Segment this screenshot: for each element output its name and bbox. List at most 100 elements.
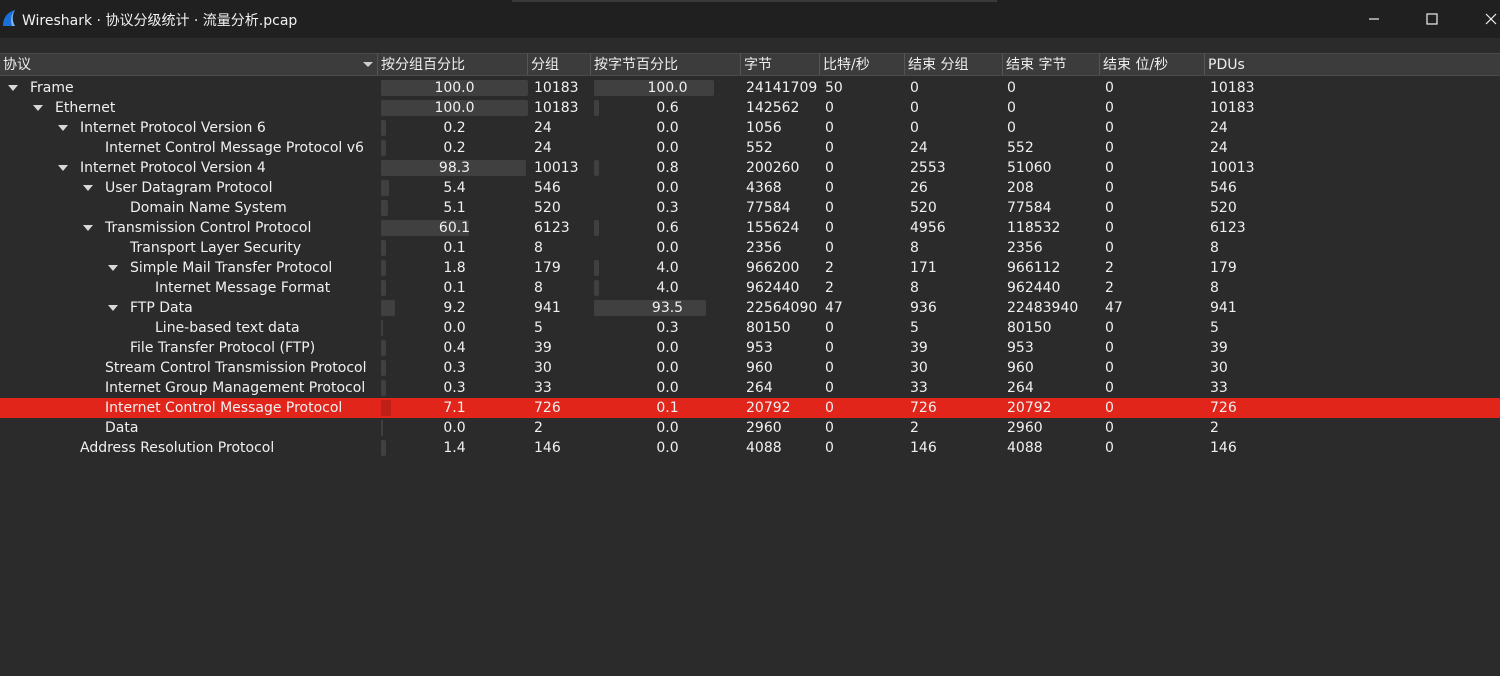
cell-end-bits-per-second: 0 <box>1105 200 1114 216</box>
table-row[interactable]: Line-based text data 0.0 0.3 5 80150 0 5 80150 0… <box>0 318 1500 338</box>
cell-protocol: Transmission Control Protocol <box>105 220 312 236</box>
cell-byte-percent: 0.6 <box>656 100 679 116</box>
cell-bytes: 1056 <box>746 120 782 136</box>
table-row[interactable]: Data 0.0 0.0 2 2960 0 2 2960 0 2 <box>0 418 1500 438</box>
cell-byte-percent: 0.0 <box>656 440 679 456</box>
cell-end-bytes: 966112 <box>1007 260 1061 276</box>
cell-end-bytes: 552 <box>1007 140 1034 156</box>
cell-end-packets: 520 <box>910 200 937 216</box>
cell-packet-percent: 0.0 <box>443 320 466 336</box>
cell-pdus: 5 <box>1210 320 1219 336</box>
window-title: Wireshark · 协议分级统计 · 流量分析.pcap <box>22 13 298 29</box>
cell-protocol: Internet Protocol Version 4 <box>80 160 266 176</box>
column-header-bits-per-second[interactable]: 比特/秒 <box>820 54 905 75</box>
column-header-end-bits-per-second[interactable]: 结束 位/秒 <box>1100 54 1205 75</box>
cell-end-packets: 5 <box>910 320 919 336</box>
table-row[interactable]: Transport Layer Security 0.1 0.0 8 2356 0 8 235… <box>0 238 1500 258</box>
close-button[interactable] <box>1462 0 1500 38</box>
wireshark-fin-icon <box>3 10 15 26</box>
cell-byte-percent: 0.0 <box>656 360 679 376</box>
cell-bits-per-second: 0 <box>825 200 834 216</box>
table-row[interactable]: Internet Control Message Protocol 7.1 0.1 7… <box>0 398 1500 418</box>
table-header: 协议 按分组百分比 分组 按字节百分比 字节 比特/秒 结束 分组 结束 字节 … <box>0 53 1500 76</box>
cell-bytes: 966200 <box>746 260 800 276</box>
cell-bits-per-second: 0 <box>825 360 834 376</box>
table-row[interactable]: Address Resolution Protocol 1.4 0.0 146 4088… <box>0 438 1500 458</box>
table-row[interactable]: Frame 100.0 100.0 10183 24141709 50 0 0 0 10183 <box>0 78 1500 98</box>
table-row[interactable]: Internet Protocol Version 4 98.3 0.8 10013 2… <box>0 158 1500 178</box>
table-body[interactable]: Frame 100.0 100.0 10183 24141709 50 0 0 0 10183 Et… <box>0 78 1500 458</box>
cell-packet-percent: 0.0 <box>443 420 466 436</box>
column-header-byte-percent[interactable]: 按字节百分比 <box>591 54 741 75</box>
table-row[interactable]: Internet Message Format 0.1 4.0 8 962440 2 8 96… <box>0 278 1500 298</box>
table-row[interactable]: Ethernet 100.0 0.6 10183 142562 0 0 0 0 10183 <box>0 98 1500 118</box>
cell-packets: 941 <box>534 300 561 316</box>
cell-bits-per-second: 0 <box>825 180 834 196</box>
cell-byte-percent: 0.3 <box>656 200 679 216</box>
column-header-pdus[interactable]: PDUs <box>1205 54 1500 75</box>
column-header-packet-percent[interactable]: 按分组百分比 <box>378 54 528 75</box>
column-header-packets[interactable]: 分组 <box>528 54 591 75</box>
column-header-bytes[interactable]: 字节 <box>741 54 820 75</box>
minimize-icon <box>1369 18 1379 20</box>
column-header-end-bytes[interactable]: 结束 字节 <box>1003 54 1100 75</box>
column-header-protocol[interactable]: 协议 <box>0 54 378 75</box>
protocol-hierarchy-table[interactable]: 协议 按分组百分比 分组 按字节百分比 字节 比特/秒 结束 分组 结束 字节 … <box>0 53 1500 676</box>
cell-end-bits-per-second: 2 <box>1105 260 1114 276</box>
expand-arrow-icon[interactable] <box>83 225 93 231</box>
cell-packets: 520 <box>534 200 561 216</box>
cell-packets: 5 <box>534 320 543 336</box>
table-row[interactable]: Transmission Control Protocol 60.1 0.6 6123… <box>0 218 1500 238</box>
cell-bytes: 24141709 <box>746 80 818 96</box>
table-row[interactable]: File Transfer Protocol (FTP) 0.4 0.0 39 953 0… <box>0 338 1500 358</box>
expand-arrow-icon[interactable] <box>58 165 68 171</box>
cell-end-packets: 0 <box>910 120 919 136</box>
column-header-end-packets[interactable]: 结束 分组 <box>905 54 1003 75</box>
cell-packet-percent: 9.2 <box>443 300 466 316</box>
cell-byte-percent: 0.0 <box>656 180 679 196</box>
cell-end-bytes: 0 <box>1007 100 1016 116</box>
cell-end-bytes: 953 <box>1007 340 1034 356</box>
cell-end-packets: 2 <box>910 420 919 436</box>
maximize-button[interactable] <box>1403 0 1461 38</box>
cell-end-bits-per-second: 0 <box>1105 160 1114 176</box>
cell-bits-per-second: 0 <box>825 160 834 176</box>
expand-arrow-icon[interactable] <box>58 125 68 131</box>
cell-byte-percent: 0.0 <box>656 240 679 256</box>
cell-pdus: 33 <box>1210 380 1228 396</box>
cell-byte-percent: 0.0 <box>656 340 679 356</box>
cell-byte-percent: 4.0 <box>656 280 679 296</box>
expand-arrow-icon[interactable] <box>108 305 118 311</box>
table-row[interactable]: FTP Data 9.2 93.5 941 22564090 47 936 22483940 4… <box>0 298 1500 318</box>
table-row[interactable]: Domain Name System 5.1 0.3 520 77584 0 520 7758… <box>0 198 1500 218</box>
title-bar[interactable]: Wireshark · 协议分级统计 · 流量分析.pcap <box>0 0 1500 38</box>
expand-arrow-icon[interactable] <box>33 105 43 111</box>
table-row[interactable]: Internet Control Message Protocol v6 0.2 0… <box>0 138 1500 158</box>
cell-packet-percent: 0.2 <box>443 140 466 156</box>
cell-end-packets: 2553 <box>910 160 946 176</box>
cell-packet-percent: 1.4 <box>443 440 466 456</box>
table-row[interactable]: Stream Control Transmission Protocol 0.3 0… <box>0 358 1500 378</box>
cell-end-bytes: 77584 <box>1007 200 1052 216</box>
expand-arrow-icon[interactable] <box>83 185 93 191</box>
cell-protocol: Domain Name System <box>130 200 287 216</box>
table-row[interactable]: Simple Mail Transfer Protocol 1.8 4.0 179 96… <box>0 258 1500 278</box>
cell-packets: 30 <box>534 360 552 376</box>
cell-bytes: 2960 <box>746 420 782 436</box>
expand-arrow-icon[interactable] <box>8 85 18 91</box>
cell-end-bits-per-second: 0 <box>1105 240 1114 256</box>
expand-arrow-icon[interactable] <box>108 265 118 271</box>
cell-bits-per-second: 0 <box>825 340 834 356</box>
cell-byte-percent: 100.0 <box>647 80 688 96</box>
table-row[interactable]: User Datagram Protocol 5.4 0.0 546 4368 0 26 20… <box>0 178 1500 198</box>
cell-end-bits-per-second: 0 <box>1105 400 1114 416</box>
cell-pdus: 726 <box>1210 400 1237 416</box>
title-bar-strip <box>512 0 997 2</box>
cell-byte-percent: 0.1 <box>656 400 679 416</box>
cell-protocol: User Datagram Protocol <box>105 180 273 196</box>
table-row[interactable]: Internet Protocol Version 6 0.2 0.0 24 1056 0… <box>0 118 1500 138</box>
minimize-button[interactable] <box>1345 0 1403 38</box>
cell-packets: 179 <box>534 260 561 276</box>
table-row[interactable]: Internet Group Management Protocol 0.3 0.0… <box>0 378 1500 398</box>
cell-end-bytes: 80150 <box>1007 320 1052 336</box>
